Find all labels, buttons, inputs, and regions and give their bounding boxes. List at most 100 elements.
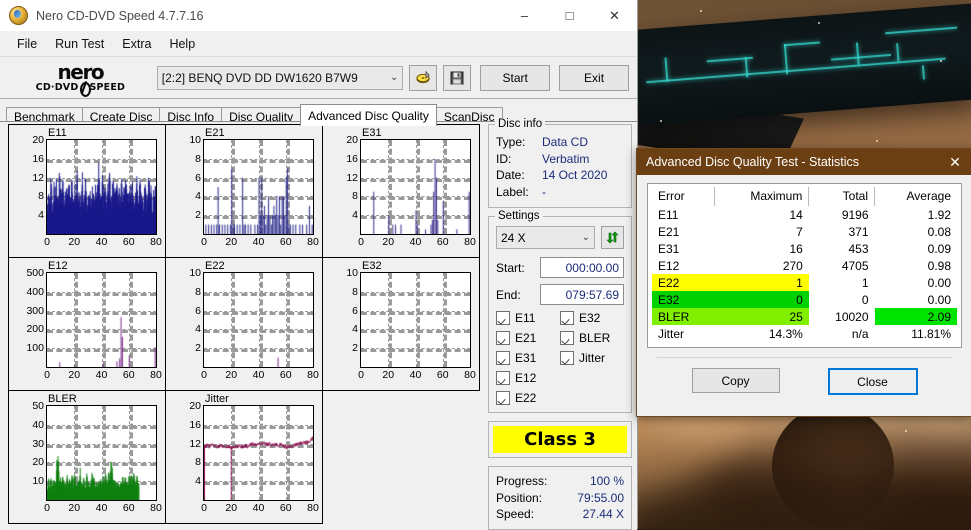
checkbox-jitter[interactable]: Jitter <box>560 351 624 365</box>
y-axis-tick-label: 8 <box>195 456 201 469</box>
menu-extra[interactable]: Extra <box>113 34 160 54</box>
minimize-button[interactable]: – <box>502 0 547 31</box>
y-axis-tick-label: 100 <box>26 342 44 355</box>
chart-series <box>204 273 313 367</box>
checkbox-e32[interactable]: E32 <box>560 311 624 325</box>
dialog-close-icon[interactable]: ✕ <box>938 149 971 175</box>
x-axis-tick-label: 0 <box>44 369 50 381</box>
y-axis-tick-label: 10 <box>189 134 201 146</box>
close-button[interactable]: ✕ <box>592 0 637 31</box>
menu-run-test[interactable]: Run Test <box>46 34 113 54</box>
chart-title: E11 <box>48 127 67 139</box>
dialog-titlebar: Advanced Disc Quality Test - Statistics … <box>637 149 971 175</box>
start-input[interactable]: 000:00.00 <box>540 257 624 278</box>
table-row: E22 1 1 0.00 <box>652 274 957 291</box>
window-titlebar: Nero CD-DVD Speed 4.7.7.16 – □ ✕ <box>0 0 637 31</box>
y-axis-tick-label: 300 <box>26 304 44 317</box>
y-axis-tick-label: 4 <box>195 475 201 488</box>
table-row: E11 14 9196 1.92 <box>652 206 957 223</box>
nero-slash-icon <box>79 82 92 97</box>
chart-series <box>47 273 156 367</box>
position-value: 79:55.00 <box>577 490 624 505</box>
chevron-down-icon: ⌄ <box>389 72 399 83</box>
tab-content-advanced-disc-quality: E11 4 8 12 16 20 0 20 40 60 80 E21 2 4 6 8 10 0 20 40 60 8… <box>0 118 637 530</box>
plot-area: 4 8 12 16 20 0 20 40 60 80 <box>346 134 476 248</box>
floppy-save-icon <box>450 71 464 84</box>
y-axis-tick-label: 8 <box>352 190 358 203</box>
x-axis-tick-label: 20 <box>68 236 81 248</box>
y-axis-tick-label: 20 <box>189 400 201 412</box>
cell-average: 11.81% <box>911 326 951 341</box>
chart-e21: E21 2 4 6 8 10 0 20 40 60 80 <box>165 124 323 258</box>
disc-label-label: Label: <box>496 184 529 199</box>
y-axis-tick-label: 4 <box>195 323 201 336</box>
chart-row: BLER 10 20 30 40 50 0 20 40 60 80 Jitter 4 8 12 16 20… <box>8 390 483 524</box>
speed-row: Speed: 27.44 X <box>496 506 624 523</box>
checkbox-e21[interactable]: E21 <box>496 331 560 345</box>
dialog-footer: Copy Close <box>657 357 952 395</box>
cell-total: n/a <box>851 326 869 341</box>
checkbox-box <box>496 371 510 385</box>
x-axis-tick-label: 60 <box>279 236 292 248</box>
menu-help[interactable]: Help <box>160 34 204 54</box>
y-axis-tick-label: 6 <box>195 304 201 317</box>
plot-area: 10 20 30 40 50 0 20 40 60 80 <box>32 400 162 514</box>
chart-e12: E12 100 200 300 400 500 0 20 40 60 80 <box>8 257 166 391</box>
close-button[interactable]: Close <box>827 368 918 395</box>
speed-label: Speed: <box>496 507 535 521</box>
x-axis-tick-label: 20 <box>225 369 238 381</box>
header-average: Average <box>906 189 951 203</box>
exit-button[interactable]: Exit <box>559 64 629 91</box>
cell-error: E22 <box>652 274 715 291</box>
dialog-body: Error Maximum Total Average E11 14 9196 1.9… <box>637 175 971 395</box>
speed-select[interactable]: 24 X ⌄ <box>496 226 595 249</box>
table-header-row: Error Maximum Total Average <box>652 187 957 206</box>
chart-series <box>361 273 470 367</box>
nero-logo-word: nero <box>57 60 104 84</box>
save-results-button[interactable] <box>443 64 472 91</box>
start-button[interactable]: Start <box>480 64 551 91</box>
eject-disc-button[interactable] <box>409 64 438 91</box>
checkbox-label: E22 <box>515 391 537 405</box>
cell-error: E31 <box>658 241 680 256</box>
checkbox-bler[interactable]: BLER <box>560 331 624 345</box>
y-axis-tick-label: 4 <box>38 209 44 222</box>
cell-average: 0.00 <box>927 275 951 290</box>
checkbox-e12[interactable]: E12 <box>496 371 560 385</box>
eject-disc-icon <box>416 70 430 84</box>
maximize-button[interactable]: □ <box>547 0 592 31</box>
header-maximum: Maximum <box>714 187 810 206</box>
refresh-button[interactable] <box>601 226 624 249</box>
cell-average: 0.09 <box>927 241 951 256</box>
table-row: BLER 25 10020 2.09 <box>652 308 957 325</box>
cell-error: E12 <box>658 258 680 273</box>
cell-maximum: 16 <box>789 241 803 256</box>
cell-error: E32 <box>652 291 715 308</box>
progress-label: Progress: <box>496 474 548 488</box>
end-input[interactable]: 079:57.69 <box>540 284 624 305</box>
menubar: File Run Test Extra Help <box>0 31 637 57</box>
nero-logo-sub-right: SPEED <box>89 81 126 93</box>
checkbox-box <box>560 351 574 365</box>
checkbox-e22[interactable]: E22 <box>496 391 560 405</box>
copy-button[interactable]: Copy <box>691 368 780 393</box>
tab-advanced-disc-quality[interactable]: Advanced Disc Quality <box>300 104 437 126</box>
menu-file[interactable]: File <box>8 34 46 54</box>
cell-average: 0.98 <box>927 258 951 273</box>
x-axis-tick-label: 40 <box>252 236 265 248</box>
disc-info-legend: Disc info <box>495 118 546 130</box>
checkbox-e11[interactable]: E11 <box>496 311 560 325</box>
disc-info-row: Label: - <box>496 184 624 201</box>
quality-class-value: Class 3 <box>493 426 627 453</box>
drive-select[interactable]: [2:2] BENQ DVD DD DW1620 B7W9 ⌄ <box>156 65 404 90</box>
x-axis-tick-label: 20 <box>382 236 395 248</box>
quality-class-panel: Class 3 <box>488 421 632 458</box>
nero-cd-dvd-speed-window: Nero CD-DVD Speed 4.7.7.16 – □ ✕ File Ru… <box>0 0 638 530</box>
error-checkbox-grid: E11 E32 E21 BLER E31 Jitter E12 E22 <box>496 311 624 405</box>
checkbox-e31[interactable]: E31 <box>496 351 560 365</box>
nero-logo-sub-left: CD·DVD <box>35 81 79 93</box>
checkbox-label: E21 <box>515 331 537 345</box>
x-axis-tick-label: 0 <box>201 369 207 381</box>
x-axis-tick-label: 60 <box>122 502 135 514</box>
x-axis-tick-label: 20 <box>225 236 238 248</box>
